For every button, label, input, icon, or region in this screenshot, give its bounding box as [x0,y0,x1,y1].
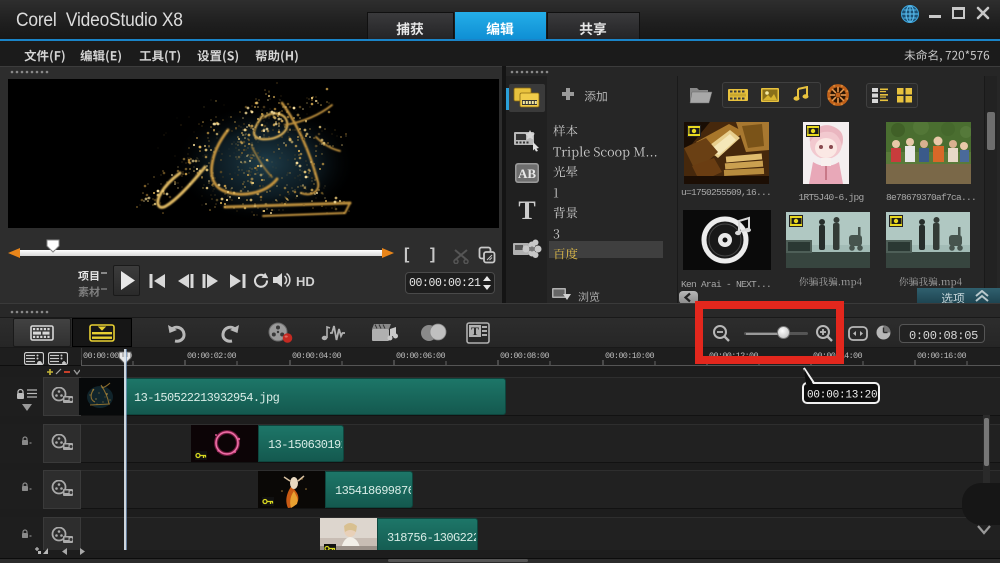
svg-text:00:00:16:00: 00:00:16:00 [917,351,967,361]
svg-text:00:00:10:00: 00:00:10:00 [605,351,655,361]
svg-text:00:00:06:00: 00:00:06:00 [396,351,446,361]
svg-text:00:00:04:00: 00:00:04:00 [292,351,342,361]
svg-text:00:00:13:20: 00:00:13:20 [807,390,877,402]
svg-text:00:00:02:00: 00:00:02:00 [187,351,237,361]
svg-text:00:00:08:00: 00:00:08:00 [500,351,550,361]
svg-text:T: T [518,197,535,223]
svg-text:T: T [471,324,479,338]
svg-text:AB: AB [518,166,536,181]
